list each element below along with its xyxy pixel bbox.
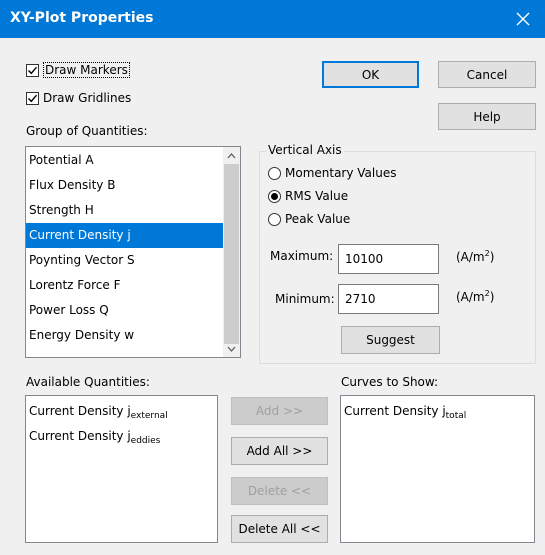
list-item[interactable]: Power Loss Q [26, 298, 240, 323]
radio-rms-value[interactable]: RMS Value [268, 189, 348, 203]
maximum-label: Maximum: [270, 249, 334, 263]
curves-to-show-list[interactable]: Current Density jtotal [340, 395, 535, 543]
vertical-scrollbar[interactable] [223, 147, 240, 357]
suggest-button[interactable]: Suggest [341, 326, 440, 354]
group-of-quantities-label: Group of Quantities: [26, 124, 148, 138]
close-button[interactable] [501, 0, 545, 38]
item-name: Current Density j [29, 404, 131, 418]
minimum-label: Minimum: [275, 292, 335, 306]
list-item[interactable]: Energy Density w [26, 323, 240, 348]
list-item[interactable]: Current Density j [26, 223, 240, 248]
help-button[interactable]: Help [438, 103, 536, 130]
radio-selected-icon [268, 189, 281, 203]
peak-value-label: Peak Value [285, 212, 351, 226]
list-item[interactable]: Lorentz Force F [26, 273, 240, 298]
title-bar: XY-Plot Properties [0, 0, 545, 38]
radio-circle-icon [268, 166, 281, 180]
radio-circle-icon [268, 212, 281, 226]
draw-markers-label: Draw Markers [43, 62, 130, 78]
close-icon [516, 12, 530, 26]
item-subscript: external [130, 411, 168, 421]
item-name: Current Density j [344, 404, 446, 418]
momentary-values-label: Momentary Values [285, 166, 397, 180]
list-item[interactable]: Flux Density B [26, 173, 240, 198]
add-all-button[interactable]: Add All >> [231, 437, 328, 465]
available-quantities-list[interactable]: Current Density jexternal Current Density… [25, 395, 218, 543]
checkbox-check-icon [26, 91, 39, 105]
radio-peak-value[interactable]: Peak Value [268, 212, 350, 226]
draw-gridlines-checkbox[interactable]: Draw Gridlines [26, 91, 131, 105]
draw-gridlines-label: Draw Gridlines [43, 91, 132, 105]
delete-button[interactable]: Delete << [231, 477, 328, 505]
curves-to-show-label: Curves to Show: [341, 375, 439, 389]
list-item[interactable]: Current Density jtotal [341, 399, 534, 424]
minimum-input[interactable]: 2710 [338, 284, 439, 314]
maximum-input[interactable]: 10100 [338, 244, 439, 274]
cancel-button[interactable]: Cancel [438, 61, 536, 88]
vertical-axis-label: Vertical Axis [266, 143, 344, 157]
ok-button[interactable]: OK [322, 61, 419, 88]
item-subscript: total [445, 411, 467, 421]
item-name: Current Density j [29, 429, 131, 443]
rms-value-label: RMS Value [285, 189, 349, 203]
radio-momentary-values[interactable]: Momentary Values [268, 166, 397, 180]
list-item[interactable]: Current Density jeddies [26, 424, 217, 449]
window-title: XY-Plot Properties [10, 10, 154, 26]
available-quantities-label: Available Quantities: [26, 375, 150, 389]
scrollbar-thumb[interactable] [224, 164, 239, 344]
list-item[interactable]: Potential A [26, 148, 240, 173]
item-subscript: eddies [130, 436, 161, 446]
list-item[interactable]: Current Density jexternal [26, 399, 217, 424]
scroll-down-icon[interactable] [223, 340, 240, 357]
minimum-unit: (A/m2) [456, 289, 495, 304]
group-of-quantities-list[interactable]: Potential A Flux Density B Strength H Curre… [25, 146, 241, 358]
list-item[interactable]: Strength H [26, 198, 240, 223]
draw-markers-checkbox[interactable]: Draw Markers [26, 62, 130, 78]
add-button[interactable]: Add >> [231, 397, 328, 425]
scroll-up-icon[interactable] [223, 147, 240, 164]
checkbox-check-icon [26, 63, 39, 77]
maximum-unit: (A/m2) [456, 249, 495, 264]
list-item[interactable]: Poynting Vector S [26, 248, 240, 273]
delete-all-button[interactable]: Delete All << [231, 515, 328, 543]
